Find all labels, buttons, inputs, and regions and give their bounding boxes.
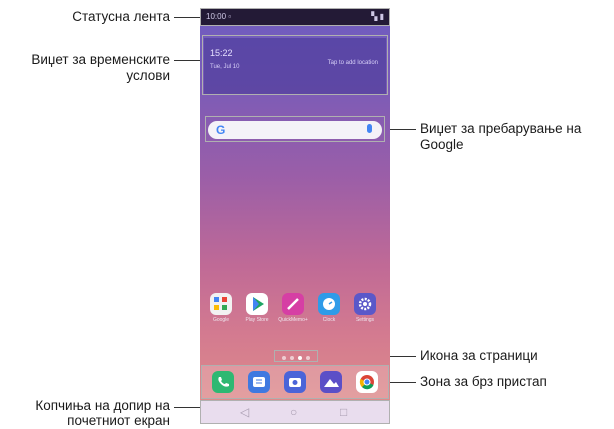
home-touch-buttons-leader: [174, 407, 200, 408]
app-clock-icon[interactable]: [318, 293, 340, 315]
google-search-label-line1: Виџет за пребарување на: [420, 121, 582, 136]
app-label: Play Store: [245, 317, 269, 323]
app-settings-icon[interactable]: [354, 293, 376, 315]
quick-access-label: Зона за брз пристап: [420, 374, 547, 389]
home-touch-buttons-label-line2: почетниот екран: [67, 413, 170, 428]
app-google-folder-icon[interactable]: [210, 293, 232, 315]
quick-access-highlight: [201, 365, 389, 399]
page-icon-label: Икона за страници: [420, 348, 538, 363]
weather-widget-highlight: [202, 35, 388, 95]
app-play-store-icon[interactable]: [246, 293, 268, 315]
google-search-highlight: [205, 116, 385, 142]
app-label: Google: [212, 317, 230, 323]
page-indicator-highlight: [274, 350, 318, 362]
weather-widget-leader: [174, 60, 200, 61]
status-bar-highlight: [200, 8, 390, 26]
google-search-label-line2: Google: [420, 137, 464, 152]
status-bar-leader: [174, 17, 201, 18]
home-touch-buttons-highlight: [200, 400, 390, 424]
weather-widget-label-line2: услови: [126, 68, 170, 83]
app-label: Settings: [355, 317, 375, 323]
quick-access-leader: [390, 382, 416, 383]
google-search-leader: [390, 129, 416, 130]
app-label: QuickMemo+: [278, 317, 308, 323]
app-label: Clock: [322, 317, 336, 323]
app-quickmemo-icon[interactable]: [282, 293, 304, 315]
status-bar-label: Статусна лента: [72, 9, 170, 24]
weather-widget-label-line1: Виџет за временските: [31, 52, 170, 67]
home-touch-buttons-label-line1: Копчиња на допир на: [35, 398, 170, 413]
